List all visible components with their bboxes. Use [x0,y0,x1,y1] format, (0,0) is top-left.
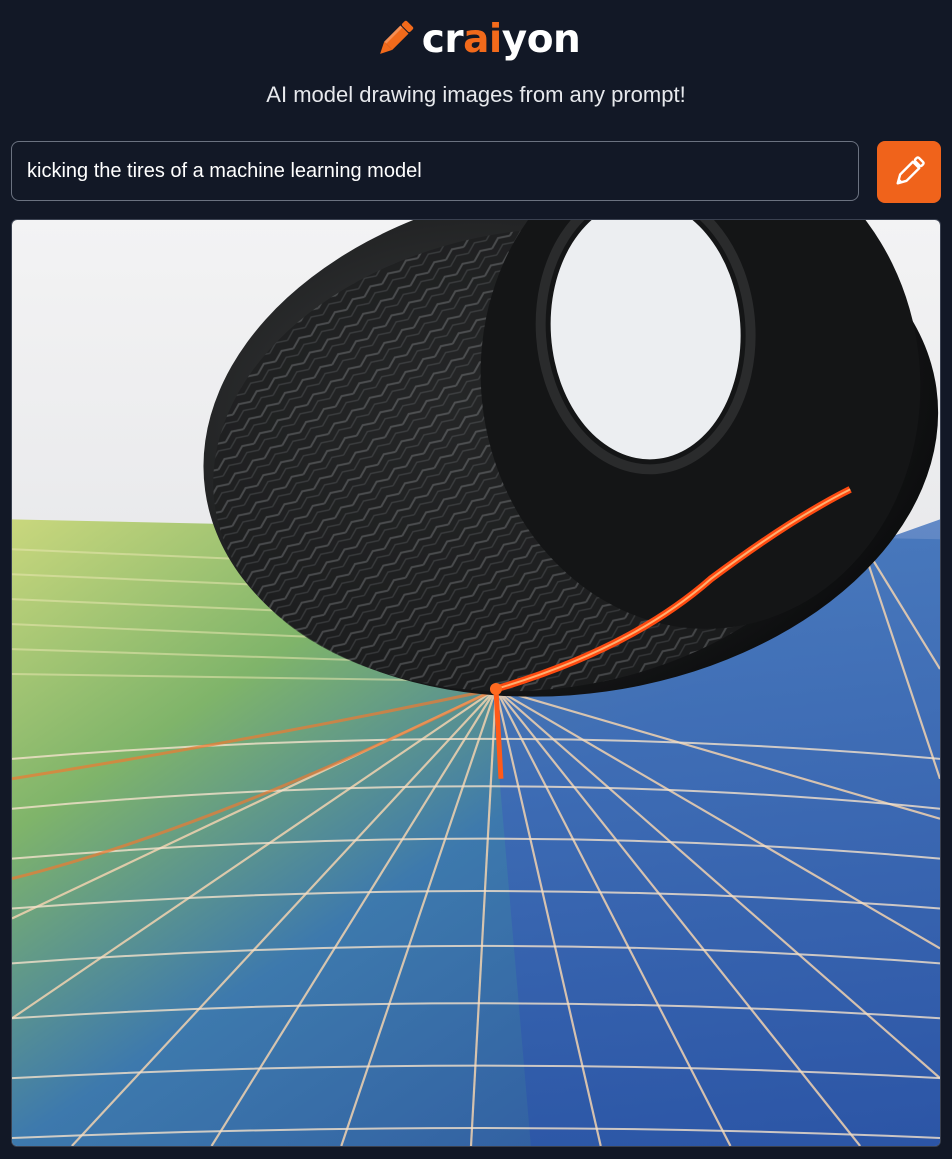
tire-on-grid-image [12,220,940,1146]
craiyon-logo[interactable]: craiyon [0,12,952,66]
pencil-icon [896,156,925,185]
pencil-logo-icon [379,20,413,54]
prompt-input[interactable] [11,141,859,201]
logo-wordmark: craiyon [422,20,581,59]
logo-text-accent: ai [463,16,502,62]
logo-text-part1: cr [421,16,464,62]
generated-image[interactable] [11,219,941,1147]
app-window: craiyon AI model drawing images from any… [0,0,952,1159]
logo-text-part2: yon [501,16,581,62]
draw-button[interactable] [877,141,941,203]
tagline: AI model drawing images from any prompt! [266,82,686,107]
